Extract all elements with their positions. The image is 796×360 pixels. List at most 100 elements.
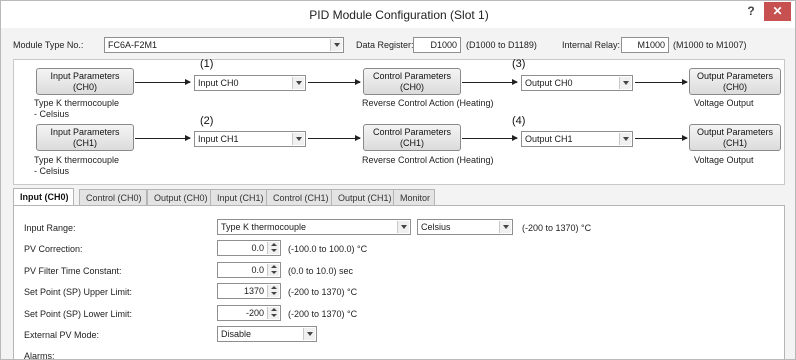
internal-relay-label: Internal Relay: bbox=[562, 40, 621, 50]
tab-input-ch0[interactable]: Input (CH0) bbox=[13, 188, 74, 206]
output-ch0-select[interactable]: Output CH0 bbox=[521, 75, 633, 91]
desc-line: Type K thermocouple bbox=[34, 155, 120, 165]
desc-line: - Celsius bbox=[34, 109, 70, 119]
close-button[interactable]: ✕ bbox=[764, 2, 791, 21]
pv-correction-hint: (-100.0 to 100.0) °C bbox=[288, 244, 368, 254]
unit-select[interactable]: Celsius bbox=[417, 219, 513, 235]
tab-monitor[interactable]: Monitor bbox=[393, 189, 436, 205]
pv-correction-stepper[interactable]: 0.0 bbox=[217, 240, 281, 256]
select-value: Input CH1 bbox=[198, 134, 239, 144]
pid-config-window: PID Module Configuration (Slot 1) ? ✕ Mo… bbox=[0, 0, 796, 360]
output-ch1-select[interactable]: Output CH1 bbox=[521, 131, 633, 147]
button-sublabel: (CH1) bbox=[723, 138, 747, 148]
step-number: (3) bbox=[512, 58, 526, 70]
stepper-value: 0.0 bbox=[251, 265, 264, 275]
button-sublabel: (CH0) bbox=[723, 82, 747, 92]
sp-lower-stepper[interactable]: -200 bbox=[217, 305, 281, 321]
input-ch0-select[interactable]: Input CH0 bbox=[194, 75, 306, 91]
sp-upper-stepper[interactable]: 1370 bbox=[217, 283, 281, 299]
output-params-ch0-button[interactable]: Output Parameters (CH0) bbox=[689, 68, 781, 95]
pv-correction-label: PV Correction: bbox=[24, 244, 83, 254]
chevron-down-icon bbox=[292, 77, 304, 89]
chevron-down-icon bbox=[330, 39, 342, 51]
chevron-down-icon bbox=[303, 328, 315, 340]
window-title: PID Module Configuration (Slot 1) bbox=[309, 8, 489, 22]
button-sublabel: (CH0) bbox=[400, 82, 424, 92]
output-desc-ch0: Voltage Output bbox=[694, 98, 754, 108]
button-sublabel: (CH1) bbox=[400, 138, 424, 148]
sp-upper-label: Set Point (SP) Upper Limit: bbox=[24, 287, 133, 297]
output-desc-ch1: Voltage Output bbox=[694, 155, 754, 165]
spin-arrows-icon[interactable] bbox=[267, 242, 279, 254]
title-bar: PID Module Configuration (Slot 1) ? ✕ bbox=[1, 1, 795, 28]
arrow-icon bbox=[135, 135, 191, 141]
input-ch1-select[interactable]: Input CH1 bbox=[194, 131, 306, 147]
desc-line: - Celsius bbox=[34, 166, 70, 176]
spin-arrows-icon[interactable] bbox=[267, 264, 279, 276]
data-register-input[interactable]: D1000 bbox=[413, 37, 461, 53]
tab-control-ch0[interactable]: Control (CH0) bbox=[79, 189, 147, 205]
step-number: (4) bbox=[512, 115, 526, 127]
stepper-value: -200 bbox=[245, 308, 264, 318]
help-button[interactable]: ? bbox=[741, 4, 761, 22]
arrow-icon bbox=[635, 79, 688, 85]
button-label: Output Parameters bbox=[696, 71, 774, 81]
input-params-ch1-button[interactable]: Input Parameters (CH1) bbox=[36, 124, 134, 151]
chevron-down-icon bbox=[499, 221, 511, 233]
chevron-down-icon bbox=[397, 221, 409, 233]
sp-lower-label: Set Point (SP) Lower Limit: bbox=[24, 309, 133, 319]
button-sublabel: (CH1) bbox=[73, 138, 97, 148]
arrow-icon bbox=[462, 79, 518, 85]
arrow-icon bbox=[635, 135, 688, 141]
control-params-ch0-button[interactable]: Control Parameters (CH0) bbox=[363, 68, 461, 95]
module-type-value: FC6A-F2M1 bbox=[108, 40, 158, 50]
input-range-select[interactable]: Type K thermocouple bbox=[217, 219, 411, 235]
ext-pv-select[interactable]: Disable bbox=[217, 326, 317, 342]
arrow-icon bbox=[135, 79, 191, 85]
pv-filter-hint: (0.0 to 10.0) sec bbox=[288, 266, 354, 276]
input-range-hint: (-200 to 1370) °C bbox=[522, 223, 592, 233]
select-value: Disable bbox=[221, 329, 252, 339]
arrow-icon bbox=[308, 79, 361, 85]
internal-relay-input[interactable]: M1000 bbox=[621, 37, 669, 53]
input-params-ch0-button[interactable]: Input Parameters (CH0) bbox=[36, 68, 134, 95]
spin-arrows-icon[interactable] bbox=[267, 285, 279, 297]
ext-pv-label: External PV Mode: bbox=[24, 330, 100, 340]
step-number: (1) bbox=[200, 58, 214, 70]
input-desc-ch1: Type K thermocouple - Celsius bbox=[34, 155, 119, 177]
desc-line: Type K thermocouple bbox=[34, 98, 120, 108]
stepper-value: 1370 bbox=[243, 286, 264, 296]
chevron-down-icon bbox=[292, 133, 304, 145]
button-label: Input Parameters bbox=[50, 127, 120, 137]
alarms-label: Alarms: bbox=[24, 351, 55, 360]
pv-filter-label: PV Filter Time Constant: bbox=[24, 266, 122, 276]
arrow-icon bbox=[462, 135, 518, 141]
button-label: Control Parameters bbox=[372, 71, 452, 81]
module-type-select[interactable]: FC6A-F2M1 bbox=[104, 37, 344, 53]
tab-input-ch1[interactable]: Input (CH1) bbox=[210, 189, 269, 205]
select-value: Output CH0 bbox=[525, 78, 573, 88]
tab-control-ch1[interactable]: Control (CH1) bbox=[266, 189, 334, 205]
tab-output-ch0[interactable]: Output (CH0) bbox=[147, 189, 213, 205]
data-register-label: Data Register: bbox=[356, 40, 414, 50]
select-value: Input CH0 bbox=[198, 78, 239, 88]
sp-upper-hint: (-200 to 1370) °C bbox=[288, 287, 358, 297]
select-value: Output CH1 bbox=[525, 134, 573, 144]
input-ch0-panel: Input Range: Type K thermocouple Celsius… bbox=[13, 205, 785, 360]
pid-flow-diagram: Input Parameters (CH0) (1) Input CH0 Con… bbox=[13, 58, 785, 185]
module-type-label: Module Type No.: bbox=[13, 40, 84, 50]
stepper-value: 0.0 bbox=[251, 243, 264, 253]
input-desc-ch0: Type K thermocouple - Celsius bbox=[34, 98, 119, 120]
pv-filter-stepper[interactable]: 0.0 bbox=[217, 262, 281, 278]
output-params-ch1-button[interactable]: Output Parameters (CH1) bbox=[689, 124, 781, 151]
tab-output-ch1[interactable]: Output (CH1) bbox=[331, 189, 397, 205]
select-value: Celsius bbox=[421, 222, 451, 232]
control-params-ch1-button[interactable]: Control Parameters (CH1) bbox=[363, 124, 461, 151]
select-value: Type K thermocouple bbox=[221, 222, 307, 232]
arrow-icon bbox=[308, 135, 361, 141]
control-desc-ch0: Reverse Control Action (Heating) bbox=[362, 98, 494, 108]
spin-arrows-icon[interactable] bbox=[267, 307, 279, 319]
sp-lower-hint: (-200 to 1370) °C bbox=[288, 309, 358, 319]
button-sublabel: (CH0) bbox=[73, 82, 97, 92]
data-register-range: (D1000 to D1189) bbox=[466, 40, 537, 50]
